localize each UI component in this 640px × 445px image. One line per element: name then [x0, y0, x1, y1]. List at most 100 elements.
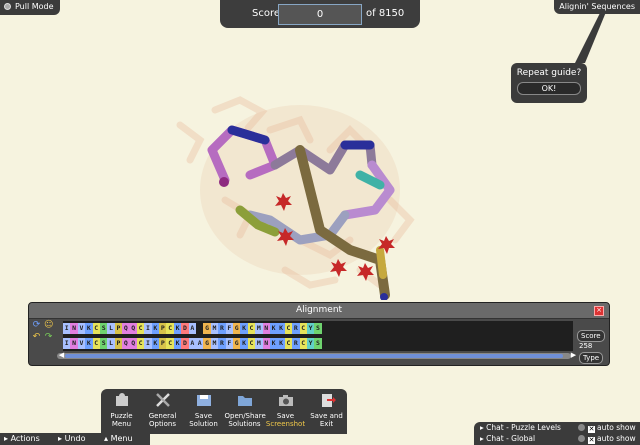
- residue-cell[interactable]: I: [144, 323, 152, 334]
- residue-cell[interactable]: S: [99, 338, 108, 349]
- residue-cell[interactable]: K: [85, 323, 93, 334]
- residue-cell[interactable]: I: [63, 338, 71, 349]
- residue-cell[interactable]: F: [225, 323, 233, 334]
- checkbox-checked-icon[interactable]: ✕: [588, 426, 595, 433]
- sequence-row-1[interactable]: INVKCSLPQQCIKPCKDAGMRFGKCMNKKCRCYS: [63, 323, 322, 334]
- residue-cell[interactable]: C: [247, 338, 256, 349]
- residue-cell[interactable]: [196, 323, 203, 334]
- residue-cell[interactable]: V: [77, 323, 86, 334]
- residue-cell[interactable]: K: [173, 323, 182, 334]
- auto-show-global[interactable]: ✕ auto show: [578, 433, 636, 444]
- residue-cell[interactable]: Y: [306, 323, 315, 334]
- residue-cell[interactable]: Y: [306, 338, 315, 349]
- scroll-right-arrow-icon[interactable]: ▶: [569, 351, 578, 360]
- residue-cell[interactable]: C: [284, 338, 293, 349]
- refresh-icon[interactable]: ⟳: [32, 321, 41, 330]
- undo-arrow-icon[interactable]: ↶: [32, 333, 41, 342]
- residue-cell[interactable]: N: [262, 338, 270, 349]
- residue-cell[interactable]: F: [225, 338, 233, 349]
- auto-show-puzzle-levels[interactable]: ✕ auto show: [578, 422, 636, 433]
- residue-cell[interactable]: P: [114, 338, 123, 349]
- undo-button[interactable]: ▸ Undo: [58, 433, 85, 445]
- residue-cell[interactable]: G: [232, 323, 241, 334]
- residue-cell[interactable]: K: [85, 338, 93, 349]
- residue-cell[interactable]: C: [92, 323, 100, 334]
- residue-cell[interactable]: K: [277, 323, 285, 334]
- residue-cell[interactable]: K: [151, 323, 160, 334]
- residue-cell[interactable]: A: [188, 323, 197, 334]
- actions-button[interactable]: ▸ Actions: [4, 433, 40, 445]
- residue-cell[interactable]: K: [173, 338, 182, 349]
- puzzle-menu-button[interactable]: Puzzle Menu: [102, 389, 142, 434]
- residue-cell[interactable]: C: [136, 338, 145, 349]
- residue-cell[interactable]: Q: [122, 323, 130, 334]
- residue-cell[interactable]: D: [181, 338, 189, 349]
- residue-cell[interactable]: I: [144, 338, 152, 349]
- residue-cell[interactable]: C: [299, 338, 307, 349]
- residue-cell[interactable]: N: [70, 323, 78, 334]
- residue-cell[interactable]: K: [240, 338, 248, 349]
- score-button[interactable]: Score: [577, 330, 605, 342]
- residue-cell[interactable]: M: [210, 323, 219, 334]
- close-icon[interactable]: ×: [594, 306, 604, 316]
- menu-button[interactable]: ▴ Menu: [104, 433, 133, 445]
- residue-cell[interactable]: N: [262, 323, 270, 334]
- sequence-area[interactable]: INVKCSLPQQCIKPCKDAGMRFGKCMNKKCRCYS INVKC…: [63, 321, 573, 351]
- residue-cell[interactable]: Q: [122, 338, 130, 349]
- scrollbar-thumb[interactable]: [65, 354, 563, 358]
- residue-cell[interactable]: K: [151, 338, 160, 349]
- alignment-scrollbar[interactable]: [57, 353, 571, 359]
- save-and-exit-button[interactable]: Save and Exit: [307, 389, 347, 434]
- residue-cell[interactable]: K: [269, 323, 278, 334]
- residue-cell[interactable]: S: [314, 338, 322, 349]
- residue-cell[interactable]: C: [166, 323, 174, 334]
- residue-cell[interactable]: A: [188, 338, 197, 349]
- residue-cell[interactable]: M: [210, 338, 219, 349]
- residue-cell[interactable]: R: [218, 338, 226, 349]
- residue-cell[interactable]: K: [269, 338, 278, 349]
- residue-cell[interactable]: L: [107, 323, 115, 334]
- residue-cell[interactable]: C: [166, 338, 174, 349]
- save-screenshot-button[interactable]: Save Screenshot: [266, 389, 306, 434]
- residue-cell[interactable]: G: [232, 338, 241, 349]
- residue-cell[interactable]: Q: [129, 338, 137, 349]
- residue-cell[interactable]: L: [107, 338, 115, 349]
- residue-cell[interactable]: G: [203, 338, 211, 349]
- residue-cell[interactable]: P: [114, 323, 123, 334]
- residue-cell[interactable]: P: [159, 338, 167, 349]
- residue-cell[interactable]: G: [203, 323, 211, 334]
- chat-global-tab[interactable]: ▸ Chat - Global: [480, 433, 535, 444]
- residue-cell[interactable]: D: [181, 323, 189, 334]
- residue-cell[interactable]: R: [292, 323, 300, 334]
- residue-cell[interactable]: I: [63, 323, 71, 334]
- residue-cell[interactable]: K: [277, 338, 285, 349]
- residue-cell[interactable]: S: [99, 323, 108, 334]
- type-button[interactable]: Type: [579, 352, 604, 364]
- general-options-button[interactable]: General Options: [143, 389, 183, 434]
- redo-arrow-icon[interactable]: ↷: [44, 333, 53, 342]
- residue-cell[interactable]: V: [77, 338, 86, 349]
- residue-cell[interactable]: C: [299, 323, 307, 334]
- scroll-left-arrow-icon[interactable]: ◀: [57, 351, 66, 360]
- save-solution-button[interactable]: Save Solution: [184, 389, 224, 434]
- residue-cell[interactable]: C: [92, 338, 100, 349]
- residue-cell[interactable]: K: [240, 323, 248, 334]
- residue-cell[interactable]: A: [196, 338, 204, 349]
- residue-cell[interactable]: Q: [129, 323, 137, 334]
- residue-cell[interactable]: R: [292, 338, 300, 349]
- residue-cell[interactable]: M: [255, 338, 263, 349]
- residue-cell[interactable]: C: [136, 323, 145, 334]
- residue-cell[interactable]: N: [70, 338, 78, 349]
- protein-viewport[interactable]: [0, 0, 640, 300]
- chat-puzzle-levels-tab[interactable]: ▸ Chat - Puzzle Levels: [480, 422, 561, 433]
- sequence-row-2[interactable]: INVKCSLPQQCIKPCKDAAGMRFGKCMNKKCRCYS: [63, 338, 322, 349]
- residue-cell[interactable]: R: [218, 323, 226, 334]
- residue-cell[interactable]: P: [159, 323, 167, 334]
- open-share-solutions-button[interactable]: Open/Share Solutions: [225, 389, 266, 434]
- checkbox-checked-icon[interactable]: ✕: [588, 437, 595, 444]
- residue-cell[interactable]: M: [255, 323, 263, 334]
- residue-cell[interactable]: C: [284, 323, 293, 334]
- residue-cell[interactable]: S: [314, 323, 322, 334]
- smiley-icon[interactable]: ☺: [44, 321, 53, 330]
- residue-cell[interactable]: C: [247, 323, 256, 334]
